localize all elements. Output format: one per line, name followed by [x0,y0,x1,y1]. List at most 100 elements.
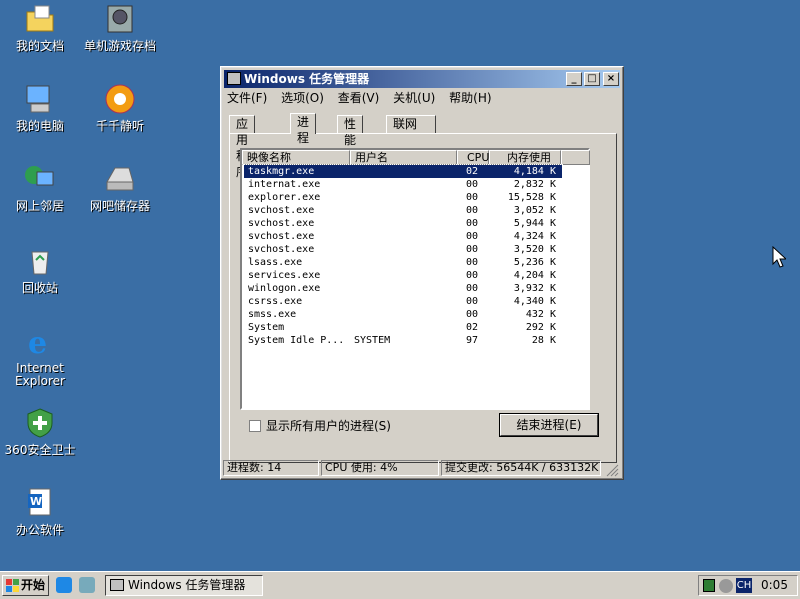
process-row[interactable]: svchost.exe 00 3,052 K [244,204,562,217]
minimize-button[interactable]: _ [566,72,582,86]
end-process-button[interactable]: 结束进程(E) [500,414,598,436]
process-row[interactable]: internat.exe 00 2,832 K [244,178,562,191]
process-row[interactable]: smss.exe 00 432 K [244,308,562,321]
process-cpu: 00 [466,205,479,216]
window-titlebar[interactable]: Windows 任务管理器 _ □ × [224,70,620,88]
system-tray: CH 0:05 [698,575,798,596]
process-memory: 5,944 K [513,218,556,229]
show-all-users-checkbox[interactable]: 显示所有用户的进程(S) [249,417,391,434]
process-cpu: 00 [466,244,479,255]
desktop-icon-game-saves[interactable]: 单机游戏存档 [80,2,160,53]
recycle-bin-icon [23,244,57,278]
tab-performance[interactable]: 性能 [337,115,364,147]
process-cpu: 02 [466,322,479,333]
process-memory: 3,052 K [513,205,556,216]
resize-grip-icon[interactable] [605,463,619,477]
quicklaunch-ie-icon[interactable] [56,577,72,593]
menu-options[interactable]: 选项(O) [281,91,324,105]
process-memory: 28 K [531,335,556,346]
desktop-icon-label: 回收站 [21,281,58,295]
process-cpu: 00 [466,283,479,294]
desktop-icon-network[interactable]: 网上邻居 [0,162,80,213]
column-header-spacer [561,150,590,165]
process-memory: 4,204 K [513,270,556,281]
desktop-icon-label: 我的电脑 [15,119,64,133]
network-icon [23,162,57,196]
tray-volume-icon[interactable] [719,579,733,593]
process-name: taskmgr.exe [248,166,315,177]
desktop-icon-cafe-storage[interactable]: 网吧储存器 [80,162,160,213]
music-player-icon [103,82,137,116]
folder-icon [23,2,57,36]
process-cpu: 97 [466,335,479,346]
column-header-memory[interactable]: 内存使用 [489,150,561,165]
process-cpu: 00 [466,309,479,320]
process-memory: 432 K [525,309,556,320]
tray-cpu-meter-icon[interactable] [703,579,715,592]
process-row[interactable]: svchost.exe 00 5,944 K [244,217,562,230]
svg-text:W: W [30,495,42,508]
process-user: SYSTEM [354,335,391,346]
process-row[interactable]: taskmgr.exe 02 4,184 K [243,164,563,179]
checkbox-box[interactable] [249,420,261,432]
taskbar: 开始 Windows 任务管理器 CH 0:05 [0,571,800,599]
process-name: svchost.exe [248,218,315,229]
tab-applications[interactable]: 应用程序 [229,115,256,179]
process-row[interactable]: svchost.exe 00 4,324 K [244,230,562,243]
menu-shutdown[interactable]: 关机(U) [393,91,435,105]
ie-icon: e [23,324,57,361]
process-row[interactable]: lsass.exe 00 5,236 K [244,256,562,269]
taskbar-item-task-manager[interactable]: Windows 任务管理器 [105,575,263,596]
clock: 0:05 [761,578,788,592]
desktop-icon-my-computer[interactable]: 我的电脑 [0,82,80,133]
menu-file[interactable]: 文件(F) [227,91,267,105]
task-manager-icon [227,72,241,85]
status-cpu-usage: CPU 使用: 4% [321,460,439,476]
process-memory: 3,932 K [513,283,556,294]
process-cpu: 00 [466,296,479,307]
process-row[interactable]: explorer.exe 00 15,528 K [244,191,562,204]
desktop-icon-label: 网上邻居 [15,199,64,213]
desktop-icon-label: 千千静听 [95,119,144,133]
process-cpu: 00 [466,257,479,268]
tab-networking[interactable]: 联网 [386,115,436,133]
desktop-icon-360-safe[interactable]: 360安全卫士 [0,406,80,457]
disk-drive-icon [103,2,137,36]
menu-help[interactable]: 帮助(H) [449,91,491,105]
close-button[interactable]: × [603,72,619,86]
process-row[interactable]: svchost.exe 00 3,520 K [244,243,562,256]
start-label: 开始 [21,578,46,592]
process-memory: 3,520 K [513,244,556,255]
process-row[interactable]: csrss.exe 00 4,340 K [244,295,562,308]
status-process-count: 进程数: 14 [223,460,319,476]
menu-view[interactable]: 查看(V) [338,91,380,105]
column-header-name[interactable]: 映像名称 [242,150,350,165]
desktop-icon-recycle-bin[interactable]: 回收站 [0,244,80,295]
desktop-icon-office[interactable]: W 办公软件 [0,486,80,537]
tab-processes[interactable]: 进程 [290,113,317,145]
column-header-user[interactable]: 用户名 [350,150,457,165]
process-row[interactable]: System 02 292 K [244,321,562,334]
computer-icon [23,82,57,116]
maximize-button[interactable]: □ [584,72,600,86]
process-cpu: 00 [466,192,479,203]
desktop-icon-my-documents[interactable]: 我的文档 [0,2,80,53]
process-row[interactable]: services.exe 00 4,204 K [244,269,562,282]
process-row[interactable]: winlogon.exe 00 3,932 K [244,282,562,295]
taskbar-item-label: Windows 任务管理器 [128,578,246,592]
process-memory: 4,324 K [513,231,556,242]
desktop-icon-label: Internet Explorer [15,361,65,388]
process-row[interactable]: System Idle P... SYSTEM 97 28 K [244,334,562,347]
input-method-indicator[interactable]: CH [736,578,752,593]
process-name: svchost.exe [248,231,315,242]
drive-icon [103,162,137,196]
column-header-cpu[interactable]: CPU [457,150,489,165]
windows-logo-icon [6,579,20,598]
quicklaunch-desktop-icon[interactable] [79,577,95,593]
desktop-icon-label: 办公软件 [15,523,64,537]
start-button[interactable]: 开始 [2,575,49,596]
desktop-icon-internet-explorer[interactable]: e Internet Explorer [0,324,80,388]
process-name: System [248,322,285,333]
process-list[interactable]: 映像名称 用户名 CPU 内存使用 taskmgr.exe 02 4,184 Kin… [240,148,590,410]
desktop-icon-ttplayer[interactable]: 千千静听 [80,82,160,133]
